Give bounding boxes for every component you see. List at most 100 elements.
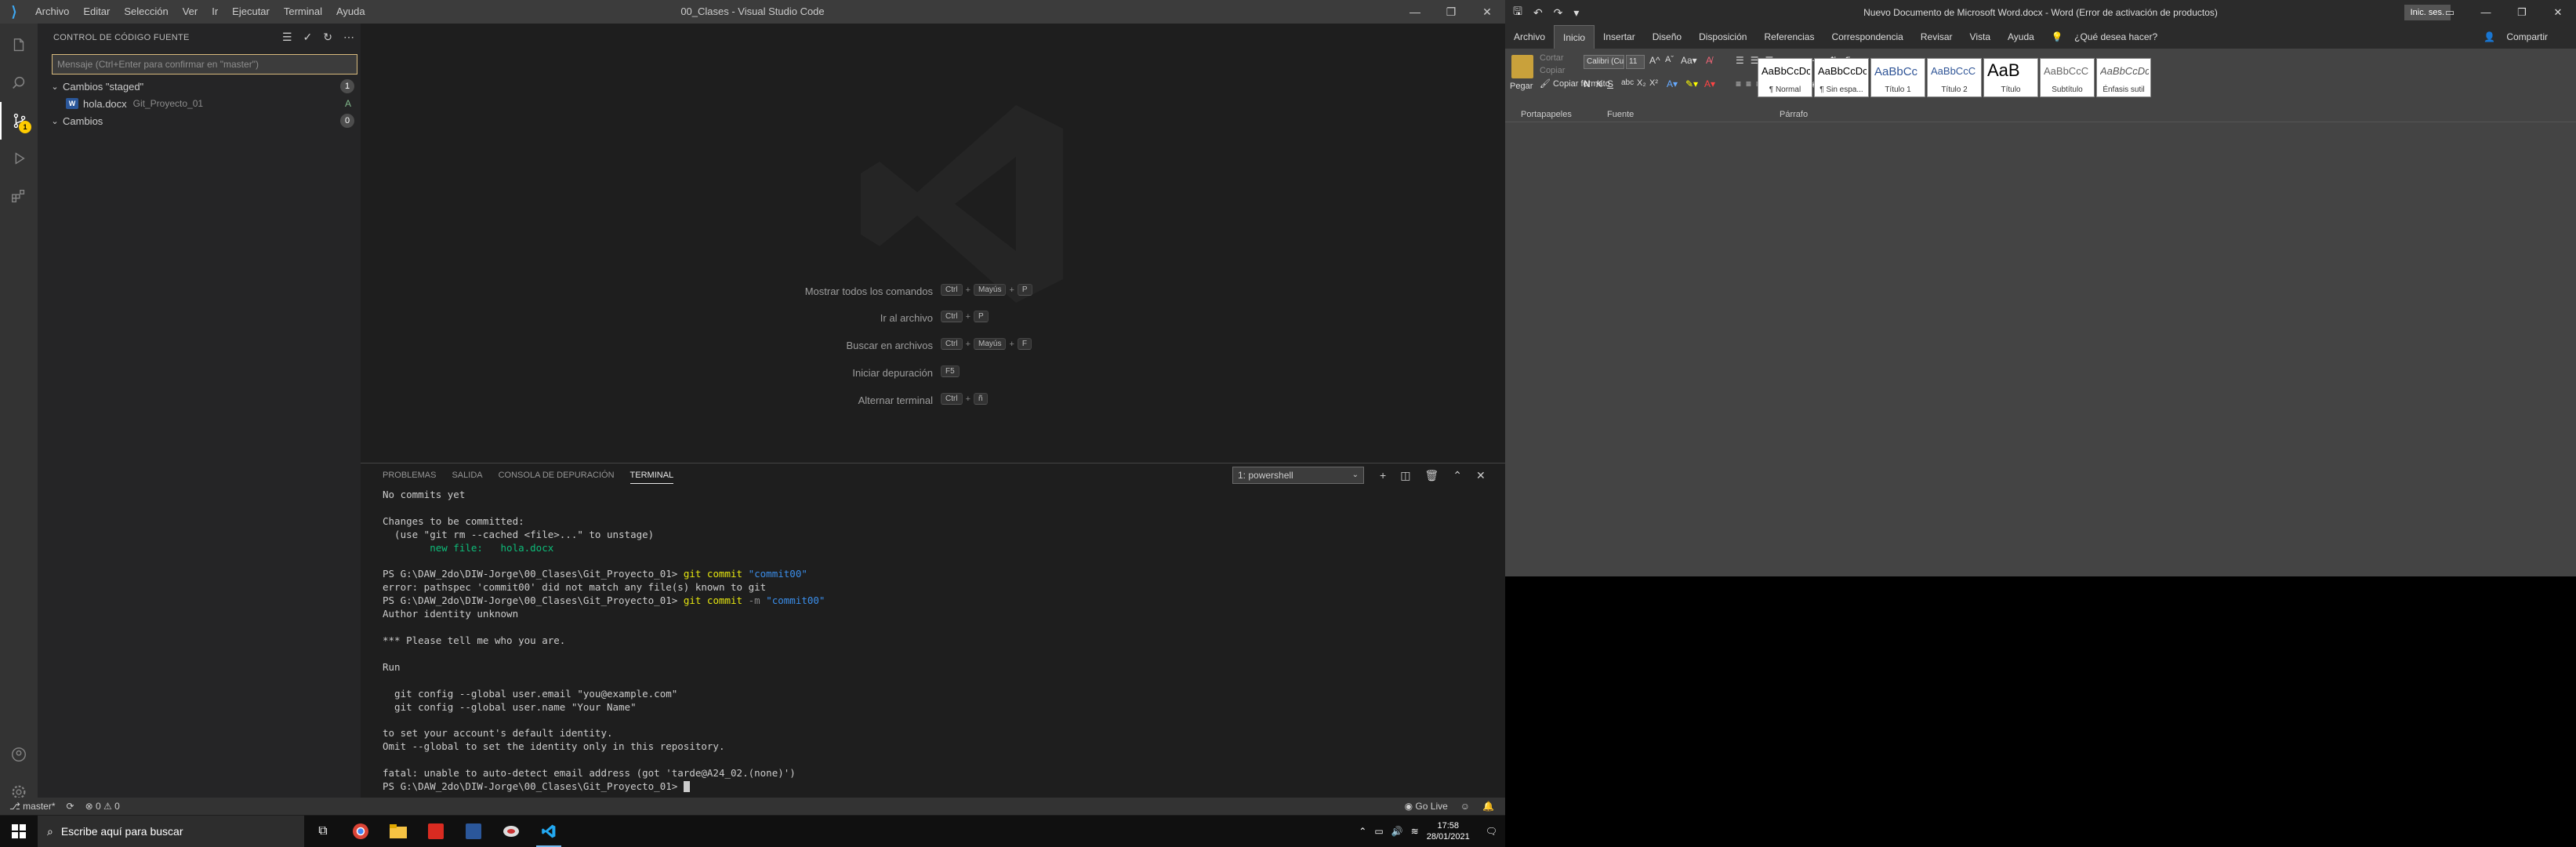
bold-button[interactable]: N: [1584, 78, 1591, 89]
terminal-output[interactable]: No commits yet Changes to be committed: …: [383, 489, 1480, 794]
shrink-font-icon[interactable]: Aˇ: [1665, 55, 1674, 64]
style-titulo-1[interactable]: AaBbCc Título 1: [1870, 58, 1925, 97]
strikethrough-button[interactable]: abc: [1621, 78, 1634, 87]
changes-group[interactable]: ⌄ Cambios 0: [38, 112, 361, 129]
redo-icon[interactable]: ↷: [1554, 6, 1563, 20]
staged-file-row[interactable]: W hola.docx Git_Proyecto_01 A: [38, 95, 361, 112]
chrome-icon[interactable]: [342, 816, 379, 847]
view-as-tree-icon[interactable]: ☰: [282, 31, 292, 44]
minimize-icon[interactable]: —: [1397, 0, 1433, 24]
trash-icon[interactable]: 🗑: [1424, 469, 1439, 482]
paste-button[interactable]: Pegar: [1510, 82, 1533, 91]
split-terminal-icon[interactable]: ◫: [1400, 469, 1410, 482]
save-icon[interactable]: 🖫: [1513, 3, 1522, 22]
copy-button[interactable]: Copiar: [1540, 66, 1565, 75]
restore-icon[interactable]: ❐: [1433, 0, 1469, 24]
commit-check-icon[interactable]: ✓: [303, 31, 313, 44]
tab-output[interactable]: SALIDA: [452, 471, 482, 480]
new-terminal-icon[interactable]: +: [1380, 469, 1386, 482]
font-name-select[interactable]: Calibri (Cuerpo: [1584, 55, 1624, 69]
menu-ver[interactable]: Ver: [176, 0, 205, 24]
chevron-up-icon[interactable]: ⌃: [1359, 826, 1366, 837]
task-view-icon[interactable]: ⧉: [304, 816, 342, 847]
subscript-button[interactable]: X₂: [1637, 78, 1646, 88]
refresh-icon[interactable]: ↻: [323, 31, 332, 44]
tab-insertar[interactable]: Insertar: [1595, 25, 1644, 49]
search-icon[interactable]: [0, 64, 38, 102]
account-icon[interactable]: [0, 736, 38, 773]
undo-icon[interactable]: ↶: [1533, 6, 1543, 20]
tab-terminal[interactable]: TERMINAL: [629, 467, 674, 484]
source-control-icon[interactable]: 1: [0, 102, 38, 140]
tab-diseno[interactable]: Diseño: [1644, 25, 1690, 49]
notifications-icon[interactable]: 🔔: [1482, 801, 1494, 812]
menu-editar[interactable]: Editar: [76, 0, 117, 24]
restore-icon[interactable]: ❐: [2504, 0, 2540, 25]
taskbar-search[interactable]: ⌕ Escribe aquí para buscar: [38, 816, 304, 847]
word-icon[interactable]: [455, 816, 492, 847]
share-button[interactable]: 👤 Compartir: [2475, 25, 2565, 49]
tab-vista[interactable]: Vista: [1961, 25, 1999, 49]
underline-button[interactable]: S: [1607, 78, 1613, 89]
menu-seleccion[interactable]: Selección: [117, 0, 175, 24]
wifi-icon[interactable]: ≋: [1411, 826, 1419, 837]
tab-problems[interactable]: PROBLEMAS: [383, 471, 436, 480]
superscript-button[interactable]: X²: [1649, 78, 1658, 88]
italic-button[interactable]: K: [1596, 78, 1602, 89]
menu-ir[interactable]: Ir: [205, 0, 225, 24]
cut-button[interactable]: Cortar: [1540, 53, 1564, 63]
sync-icon[interactable]: ⟳: [67, 801, 74, 812]
file-explorer-icon[interactable]: [379, 816, 417, 847]
tab-disposicion[interactable]: Disposición: [1690, 25, 1755, 49]
more-actions-icon[interactable]: ⋯: [343, 31, 354, 44]
tell-me-search[interactable]: 💡 ¿Qué desea hacer?: [2043, 25, 2175, 49]
problems-indicator[interactable]: ⊗ 0 ⚠ 0: [85, 801, 120, 812]
menu-terminal[interactable]: Terminal: [277, 0, 329, 24]
customize-icon[interactable]: ▾: [1573, 6, 1579, 20]
menu-ejecutar[interactable]: Ejecutar: [225, 0, 277, 24]
branch-indicator[interactable]: ⎇ master*: [9, 801, 56, 812]
font-color-icon[interactable]: A▾: [1704, 78, 1715, 89]
menu-ayuda[interactable]: Ayuda: [329, 0, 372, 24]
vscode-taskbar-icon[interactable]: [530, 816, 568, 847]
network-icon[interactable]: ▭: [1374, 826, 1383, 837]
acrobat-icon[interactable]: [417, 816, 455, 847]
tab-debug-console[interactable]: CONSOLA DE DEPURACIÓN: [499, 471, 615, 480]
tab-referencias[interactable]: Referencias: [1755, 25, 1823, 49]
volume-icon[interactable]: 🔊: [1391, 826, 1403, 837]
close-icon[interactable]: ✕: [2540, 0, 2576, 25]
feedback-icon[interactable]: ☺: [1460, 801, 1470, 812]
tab-archivo[interactable]: Archivo: [1505, 25, 1554, 49]
close-icon[interactable]: ✕: [1469, 0, 1505, 24]
font-size-select[interactable]: 11: [1626, 55, 1645, 69]
clear-format-icon[interactable]: A̸: [1706, 55, 1712, 66]
tab-correspondencia[interactable]: Correspondencia: [1823, 25, 1911, 49]
ribbon-options-icon[interactable]: ▭: [2432, 0, 2468, 25]
style-titulo[interactable]: AaB Título: [1983, 58, 2038, 97]
extensions-icon[interactable]: [0, 177, 38, 215]
highlight-icon[interactable]: ✎▾: [1685, 78, 1698, 89]
style-normal[interactable]: AaBbCcDc ¶ Normal: [1758, 58, 1812, 97]
style-titulo-2[interactable]: AaBbCcC Título 2: [1927, 58, 1982, 97]
commit-message-input[interactable]: [52, 54, 357, 75]
notification-center-icon[interactable]: 🗨: [1478, 826, 1505, 837]
menu-archivo[interactable]: Archivo: [28, 0, 76, 24]
run-debug-icon[interactable]: [0, 140, 38, 177]
tab-revisar[interactable]: Revisar: [1912, 25, 1961, 49]
close-panel-icon[interactable]: ✕: [1476, 469, 1486, 482]
maximize-panel-icon[interactable]: ⌃: [1453, 469, 1462, 482]
style-enfasis-sutil[interactable]: AaBbCcDc Énfasis sutil: [2096, 58, 2151, 97]
clock[interactable]: 17:58 28/01/2021: [1427, 820, 1470, 842]
terminal-selector[interactable]: 1: powershell ⌄: [1232, 467, 1364, 484]
app-icon[interactable]: [492, 816, 530, 847]
start-button[interactable]: [0, 816, 38, 847]
tab-inicio[interactable]: Inicio: [1554, 24, 1595, 49]
text-effects-icon[interactable]: A▾: [1667, 78, 1678, 89]
style-subtitulo[interactable]: AaBbCcC Subtítulo: [2040, 58, 2095, 97]
tab-ayuda[interactable]: Ayuda: [1999, 25, 2043, 49]
style-sin-espaciado[interactable]: AaBbCcDc ¶ Sin espa...: [1814, 58, 1869, 97]
minimize-icon[interactable]: —: [2468, 0, 2504, 25]
change-case-icon[interactable]: Aa▾: [1681, 55, 1697, 66]
go-live-button[interactable]: ◉ Go Live: [1405, 801, 1448, 812]
explorer-icon[interactable]: [0, 27, 38, 64]
